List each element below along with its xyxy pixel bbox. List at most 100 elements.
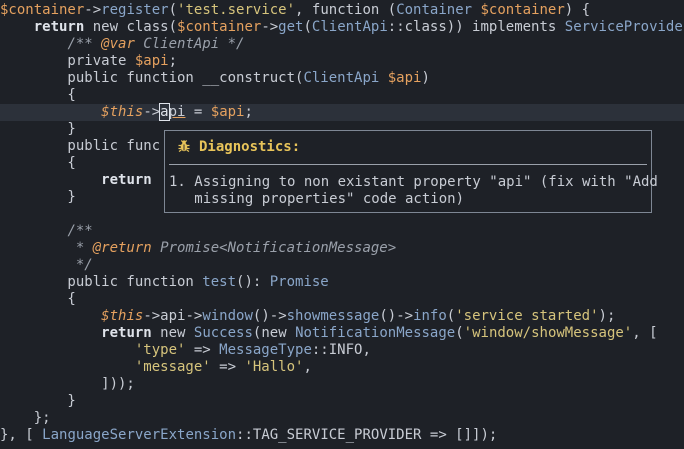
code-line[interactable]: { — [0, 155, 75, 172]
string-literal: 'test.service' — [177, 2, 296, 18]
code-line[interactable]: private $api; — [0, 53, 177, 70]
comment: ClientApi */ — [134, 36, 245, 52]
code-text: -> — [84, 2, 102, 18]
code-line[interactable]: /** — [0, 223, 92, 240]
code-text: } — [0, 393, 76, 409]
diagnostics-message-line: 1. Assigning to non existant property "a… — [169, 174, 658, 190]
code-line[interactable]: /** @var ClientApi */ — [0, 36, 244, 53]
variable: $container — [480, 2, 565, 18]
diagnostics-title-text: Diagnostics: — [199, 139, 301, 155]
type-name: Container — [396, 2, 473, 18]
string-literal: 'Hallo' — [244, 359, 304, 375]
function-name: get — [278, 19, 304, 35]
code-text: ()-> — [379, 308, 414, 324]
code-text: ( — [455, 325, 464, 341]
function-name: showmessage — [286, 308, 380, 324]
code-text: ( — [446, 308, 456, 324]
code-line[interactable]: { — [0, 87, 76, 104]
keyword: return — [101, 172, 152, 188]
code-text: (new — [252, 325, 296, 341]
diagnostics-popup: Diagnostics: 1. Assigning to non existan… — [164, 130, 658, 213]
code-line[interactable]: $this->api->window()->showmessage()->inf… — [0, 308, 615, 325]
code-line[interactable]: ])); — [0, 376, 135, 393]
code-line[interactable]: $container->register('test.service', fun… — [0, 2, 590, 19]
code-text: }, [ — [0, 427, 43, 443]
code-text: ; — [244, 104, 253, 120]
code-line[interactable]: return new class($container->get(ClientA… — [0, 19, 684, 36]
code-line[interactable]: } — [0, 393, 76, 410]
diagnostics-message-line: missing properties" code action) — [169, 191, 465, 207]
code-text: public function — [0, 274, 203, 290]
code-text: ; — [168, 53, 178, 69]
code-text: { — [0, 87, 76, 103]
string-literal: 'service started' — [455, 308, 599, 324]
doc-tag: @return — [92, 240, 152, 256]
type-name: Success — [193, 325, 253, 341]
comment: /** — [67, 36, 102, 52]
code-text: , [ — [632, 325, 658, 341]
variable: $container — [0, 2, 85, 18]
code-line[interactable]: } — [0, 189, 76, 206]
code-text: public function __construct( — [0, 70, 304, 86]
type-name: MessageType — [219, 342, 312, 358]
code-text: ( — [303, 19, 312, 35]
string-literal: 'type' — [134, 342, 186, 358]
code-text: } — [0, 189, 76, 205]
code-text: ->api-> — [143, 308, 203, 324]
code-line[interactable]: }; — [0, 410, 51, 427]
string-literal: 'window/showMessage' — [463, 325, 633, 341]
bug-icon — [178, 140, 190, 153]
diagnostic-underline: pi — [168, 104, 186, 120]
code-line[interactable]: */ — [0, 257, 93, 274]
doc-tag: @var — [101, 36, 135, 52]
this-keyword: $this — [101, 308, 144, 324]
cursor-char: a — [159, 103, 170, 121]
code-text: ::TAG_SERVICE_PROVIDER => []]); — [236, 427, 498, 443]
code-text: , function ( — [295, 2, 397, 18]
diagnostics-title: Diagnostics: — [177, 139, 300, 156]
type-name: ServiceProvider — [564, 19, 684, 35]
code-line[interactable]: $this->api = $api; — [0, 103, 684, 121]
code-editor[interactable]: $container->register('test.service', fun… — [0, 0, 684, 449]
code-text: (): — [236, 274, 270, 290]
code-text: private — [0, 53, 135, 69]
code-text: new — [151, 325, 194, 341]
type-name: LanguageServerExtension — [42, 427, 237, 443]
function-name: register — [101, 2, 169, 18]
code-line[interactable]: } — [0, 121, 75, 138]
code-line[interactable]: return — [0, 172, 152, 189]
code-text: => — [210, 359, 245, 375]
code-text: ) — [421, 70, 430, 86]
code-text: }; — [0, 410, 51, 426]
code-text: , — [303, 359, 312, 375]
code-line[interactable]: 'message' => 'Hallo', — [0, 359, 312, 376]
code-line[interactable]: return new Success(new NotificationMessa… — [0, 325, 658, 342]
code-text: -> — [143, 104, 161, 120]
variable: $api — [134, 53, 169, 69]
type-name: ClientApi — [311, 19, 388, 35]
code-line[interactable]: }, [ LanguageServerExtension::TAG_SERVIC… — [0, 427, 497, 444]
code-line[interactable]: 'type' => MessageType::INFO, — [0, 342, 371, 359]
code-line[interactable]: { — [0, 291, 76, 308]
keyword: return — [101, 325, 152, 341]
code-text: ])); — [0, 376, 135, 392]
code-line[interactable]: public function test(): Promise — [0, 274, 328, 291]
type-name: NotificationMessage — [295, 325, 456, 341]
code-line[interactable]: public function __construct(ClientApi $a… — [0, 70, 430, 87]
keyword: return — [33, 19, 85, 35]
variable: $container — [177, 19, 262, 35]
variable: $api — [387, 70, 422, 86]
type-name: ClientApi — [303, 70, 380, 86]
code-text: { — [0, 291, 76, 307]
code-text: ); — [598, 308, 616, 324]
code-line[interactable]: public func — [0, 138, 160, 155]
code-line[interactable]: * @return Promise<NotificationMessage> — [0, 240, 396, 257]
